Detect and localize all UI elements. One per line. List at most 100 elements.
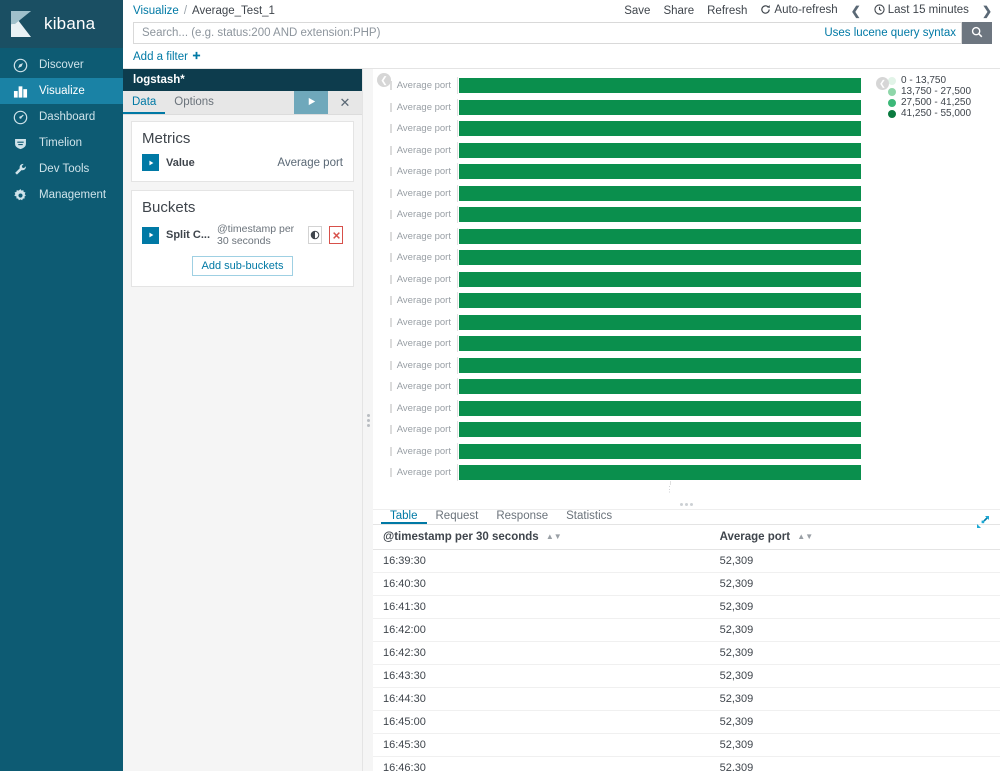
bar-row-handle-icon: [387, 232, 395, 241]
bar-row: Average port: [387, 314, 882, 331]
metric-row-value[interactable]: Value Average port: [142, 154, 343, 171]
sidebar-item-management[interactable]: Management: [0, 182, 123, 208]
resize-dots-icon: [680, 503, 693, 506]
legend-collapse-button[interactable]: ❮: [876, 77, 889, 90]
bar[interactable]: [459, 229, 861, 244]
compass-icon: [12, 57, 28, 73]
bar[interactable]: [459, 401, 861, 416]
bar[interactable]: [459, 78, 861, 93]
bar[interactable]: [459, 164, 861, 179]
time-prev-button[interactable]: ❮: [851, 4, 861, 18]
bar[interactable]: [459, 121, 861, 136]
column-header-average-port[interactable]: Average port ▲▼: [712, 525, 1000, 550]
bar-label: Average port: [395, 424, 457, 435]
editor-resize-handle[interactable]: [363, 69, 373, 771]
column-header-timestamp[interactable]: @timestamp per 30 seconds ▲▼: [373, 525, 712, 550]
tab-response[interactable]: Response: [487, 510, 557, 524]
cell-timestamp: 16:41:30: [373, 596, 712, 619]
sidebar-item-timelion[interactable]: Timelion: [0, 130, 123, 156]
x-axis-label: ⋮: [666, 485, 674, 494]
cell-timestamp: 16:39:30: [373, 550, 712, 573]
sidebar-item-label: Visualize: [39, 85, 85, 97]
bar-label: Average port: [395, 102, 457, 113]
legend-item[interactable]: 27,500 - 41,250: [888, 97, 996, 108]
sidebar-item-label: Discover: [39, 59, 84, 71]
remove-bucket-button[interactable]: [329, 226, 343, 244]
save-button[interactable]: Save: [624, 5, 650, 17]
x-axis: ⋮: [457, 481, 882, 499]
cell-average-port: 52,309: [712, 665, 1000, 688]
legend-item[interactable]: 0 - 13,750: [888, 75, 996, 86]
bar-track: [457, 120, 882, 137]
bar[interactable]: [459, 358, 861, 373]
bar-row-handle-icon: [387, 447, 395, 456]
bucket-label: Split C...: [166, 229, 210, 241]
bar[interactable]: [459, 422, 861, 437]
filter-bar: Add a filter: [123, 46, 1000, 69]
time-range-button[interactable]: Last 15 minutes: [874, 4, 969, 18]
cell-average-port: 52,309: [712, 596, 1000, 619]
sidebar-item-dashboard[interactable]: Dashboard: [0, 104, 123, 130]
bar-row-handle-icon: [387, 296, 395, 305]
bar-label: Average port: [395, 381, 457, 392]
sort-icon[interactable]: ▲▼: [546, 532, 562, 541]
bar[interactable]: [459, 444, 861, 459]
wrench-icon: [12, 161, 28, 177]
bar-track: [457, 99, 882, 116]
legend-color-swatch: [888, 77, 896, 85]
expand-icon[interactable]: [976, 515, 990, 529]
expand-arrow-icon[interactable]: [142, 227, 159, 244]
bar[interactable]: [459, 336, 861, 351]
bar[interactable]: [459, 143, 861, 158]
sort-icon[interactable]: ▲▼: [797, 532, 813, 541]
share-button[interactable]: Share: [663, 5, 694, 17]
bar[interactable]: [459, 272, 861, 287]
eye-toggle-icon[interactable]: [308, 226, 322, 244]
bar[interactable]: [459, 293, 861, 308]
bar-row: Average port: [387, 206, 882, 223]
sidebar-item-visualize[interactable]: Visualize: [0, 78, 123, 104]
chart-table-resize-handle[interactable]: [373, 499, 1000, 509]
workspace: logstash* Data Options ✕: [123, 69, 1000, 771]
discard-changes-button[interactable]: ✕: [328, 91, 362, 114]
table-row: 16:42:0052,309: [373, 619, 1000, 642]
add-sub-buckets-button[interactable]: Add sub-buckets: [192, 256, 294, 276]
bar[interactable]: [459, 379, 861, 394]
bar[interactable]: [459, 250, 861, 265]
search-input[interactable]: [133, 22, 962, 44]
bar[interactable]: [459, 100, 861, 115]
sidebar-item-discover[interactable]: Discover: [0, 52, 123, 78]
expand-arrow-icon[interactable]: [142, 154, 159, 171]
add-filter-button[interactable]: Add a filter: [133, 51, 201, 63]
tab-table[interactable]: Table: [381, 510, 427, 524]
tab-statistics[interactable]: Statistics: [557, 510, 621, 524]
cell-average-port: 52,309: [712, 688, 1000, 711]
legend-item[interactable]: 13,750 - 27,500: [888, 86, 996, 97]
sidebar-item-dev-tools[interactable]: Dev Tools: [0, 156, 123, 182]
legend-items: 0 - 13,75013,750 - 27,50027,500 - 41,250…: [888, 75, 996, 119]
sidebar-item-label: Dev Tools: [39, 163, 89, 175]
apply-changes-button[interactable]: [294, 91, 328, 114]
bar[interactable]: [459, 465, 861, 480]
chart-collapse-button[interactable]: ❮: [377, 73, 391, 87]
cell-timestamp: 16:42:00: [373, 619, 712, 642]
table-head: @timestamp per 30 seconds ▲▼ Average por…: [373, 525, 1000, 550]
breadcrumb-visualize-link[interactable]: Visualize: [133, 5, 179, 17]
table-row: 16:41:3052,309: [373, 596, 1000, 619]
refresh-button[interactable]: Refresh: [707, 5, 747, 17]
time-next-button[interactable]: ❯: [982, 4, 992, 18]
bar-track: [457, 421, 882, 438]
auto-refresh-button[interactable]: Auto-refresh: [760, 4, 837, 18]
bar-row: Average port: [387, 185, 882, 202]
bar[interactable]: [459, 207, 861, 222]
bar[interactable]: [459, 315, 861, 330]
editor-tabs-spacer: [223, 91, 294, 114]
tab-request[interactable]: Request: [427, 510, 488, 524]
search-submit-button[interactable]: [962, 22, 992, 44]
bar[interactable]: [459, 186, 861, 201]
tab-options[interactable]: Options: [165, 91, 223, 114]
legend-item[interactable]: 41,250 - 55,000: [888, 108, 996, 119]
tab-data[interactable]: Data: [123, 91, 165, 114]
bucket-row-split-chart[interactable]: Split C... @timestamp per 30 seconds: [142, 223, 343, 247]
index-pattern-title: logstash*: [123, 69, 362, 91]
